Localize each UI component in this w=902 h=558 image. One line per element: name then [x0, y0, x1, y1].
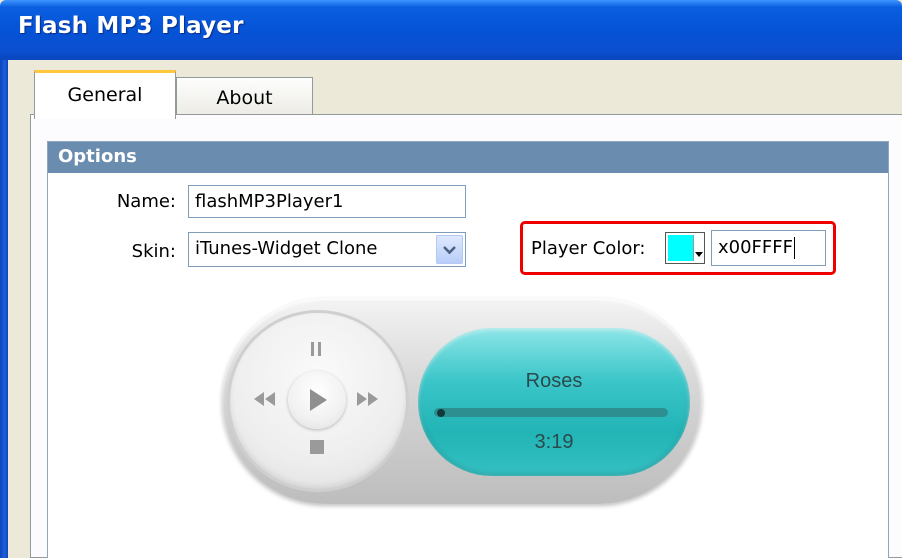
song-time: 3:19	[534, 431, 574, 453]
chevron-down-icon[interactable]	[436, 235, 463, 264]
window-frame-left	[0, 60, 8, 558]
play-button[interactable]	[288, 371, 346, 429]
text-cursor	[793, 237, 795, 259]
options-group-header: Options	[48, 142, 888, 173]
player-color-label: Player Color:	[531, 238, 646, 259]
tab-general[interactable]: General	[34, 70, 176, 119]
skin-selected-value: iTunes-Widget Clone	[195, 238, 378, 259]
chevron-down-icon-glyph	[443, 246, 456, 255]
app-window: Flash MP3 Player General About Options N…	[0, 0, 902, 558]
stop-icon[interactable]	[308, 438, 326, 460]
progress-handle[interactable]	[437, 409, 445, 417]
tab-about-label: About	[216, 87, 273, 109]
player-color-value: x00FFFF	[718, 237, 793, 258]
dropdown-arrow-icon	[693, 235, 703, 261]
title-bar[interactable]: Flash MP3 Player	[0, 0, 902, 60]
color-swatch	[668, 235, 694, 261]
tab-general-label: General	[67, 84, 143, 106]
skin-select[interactable]: iTunes-Widget Clone	[188, 232, 466, 267]
options-title: Options	[58, 146, 137, 167]
rewind-icon[interactable]	[250, 389, 278, 413]
fast-forward-icon[interactable]	[354, 389, 382, 413]
name-label: Name:	[116, 191, 176, 212]
tab-about[interactable]: About	[176, 77, 313, 116]
window-title: Flash MP3 Player	[18, 13, 244, 39]
progress-track[interactable]	[434, 408, 668, 417]
player-color-field[interactable]: x00FFFF	[711, 230, 826, 266]
skin-label: Skin:	[131, 241, 176, 262]
name-field[interactable]: flashMP3Player1	[188, 185, 466, 218]
play-icon	[310, 389, 327, 411]
pause-icon[interactable]	[308, 340, 324, 362]
song-title: Roses	[525, 370, 583, 392]
color-picker-button[interactable]	[665, 232, 705, 264]
song-display: Roses 3:19	[418, 328, 690, 476]
